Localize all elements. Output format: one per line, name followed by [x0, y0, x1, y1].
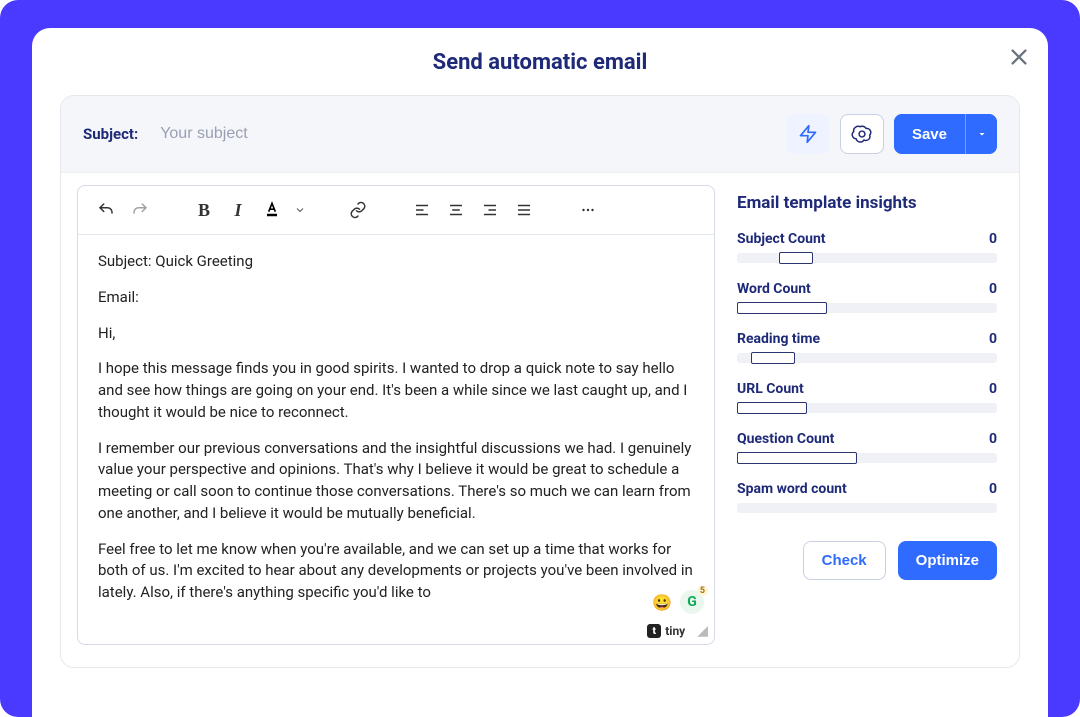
email-editor: B I	[77, 185, 715, 645]
resize-handle[interactable]: ◢	[697, 623, 708, 639]
metric-bar	[737, 303, 997, 313]
save-button[interactable]: Save	[894, 114, 965, 154]
metric-bar	[737, 353, 997, 363]
emoji-icon[interactable]: 😀	[650, 590, 674, 614]
metric-bar	[737, 453, 997, 463]
metric-label: URL Count	[737, 381, 804, 397]
check-button[interactable]: Check	[803, 541, 886, 580]
italic-button[interactable]: I	[224, 196, 252, 224]
editor-paragraph: I remember our previous conversations an…	[98, 438, 694, 525]
grammarly-icon[interactable]: G 5	[680, 590, 704, 614]
text-color-button[interactable]	[258, 196, 286, 224]
editor-paragraph: Email:	[98, 287, 694, 309]
metric-value: 0	[989, 331, 997, 347]
metric: Word Count 0	[737, 281, 997, 313]
email-card: Subject: Save	[60, 95, 1020, 668]
metric-value: 0	[989, 481, 997, 497]
more-icon[interactable]	[574, 196, 602, 224]
metric-label: Spam word count	[737, 481, 847, 497]
metric-value: 0	[989, 431, 997, 447]
editor-content[interactable]: Subject: Quick Greeting Email: Hi, I hope t…	[78, 235, 714, 644]
align-right-icon[interactable]	[476, 196, 504, 224]
align-justify-icon[interactable]	[510, 196, 538, 224]
editor-paragraph: Feel free to let me know when you're ava…	[98, 539, 694, 604]
redo-icon[interactable]	[126, 196, 154, 224]
tiny-label: tiny	[665, 624, 685, 638]
metric-label: Word Count	[737, 281, 811, 297]
metric-value: 0	[989, 231, 997, 247]
subject-bar: Subject: Save	[61, 96, 1019, 173]
editor-paragraph: Hi,	[98, 323, 694, 345]
editor-paragraph: Subject: Quick Greeting	[98, 251, 694, 273]
metric: Reading time 0	[737, 331, 997, 363]
metric-bar	[737, 253, 997, 263]
metric-label: Subject Count	[737, 231, 826, 247]
metric-value: 0	[989, 381, 997, 397]
insights-title: Email template insights	[737, 193, 997, 213]
metric-label: Reading time	[737, 331, 820, 347]
bold-button[interactable]: B	[190, 196, 218, 224]
save-button-group: Save	[894, 114, 997, 154]
modal-title: Send automatic email	[60, 50, 1020, 75]
undo-icon[interactable]	[92, 196, 120, 224]
openai-icon[interactable]	[840, 114, 884, 154]
text-color-dropdown[interactable]	[292, 196, 308, 224]
align-center-icon[interactable]	[442, 196, 470, 224]
send-email-modal: Send automatic email Subject:	[32, 28, 1048, 717]
lightning-icon[interactable]	[786, 114, 830, 154]
metric: Question Count 0	[737, 431, 997, 463]
editor-toolbar: B I	[78, 186, 714, 235]
metric-bar	[737, 403, 997, 413]
metric: Spam word count 0	[737, 481, 997, 513]
tiny-badge[interactable]: t tiny	[641, 622, 691, 640]
save-dropdown[interactable]	[965, 114, 997, 154]
metric-label: Question Count	[737, 431, 834, 447]
close-icon[interactable]	[1008, 46, 1030, 68]
metric-value: 0	[989, 281, 997, 297]
insights-panel: Email template insights Subject Count 0 …	[737, 185, 997, 645]
subject-input[interactable]	[160, 125, 764, 143]
metric-bar	[737, 503, 997, 513]
link-icon[interactable]	[344, 196, 372, 224]
metric: URL Count 0	[737, 381, 997, 413]
subject-label: Subject:	[83, 125, 138, 143]
grammarly-count: 5	[697, 586, 708, 596]
metric: Subject Count 0	[737, 231, 997, 263]
editor-paragraph: I hope this message finds you in good sp…	[98, 358, 694, 423]
align-left-icon[interactable]	[408, 196, 436, 224]
optimize-button[interactable]: Optimize	[898, 541, 997, 580]
